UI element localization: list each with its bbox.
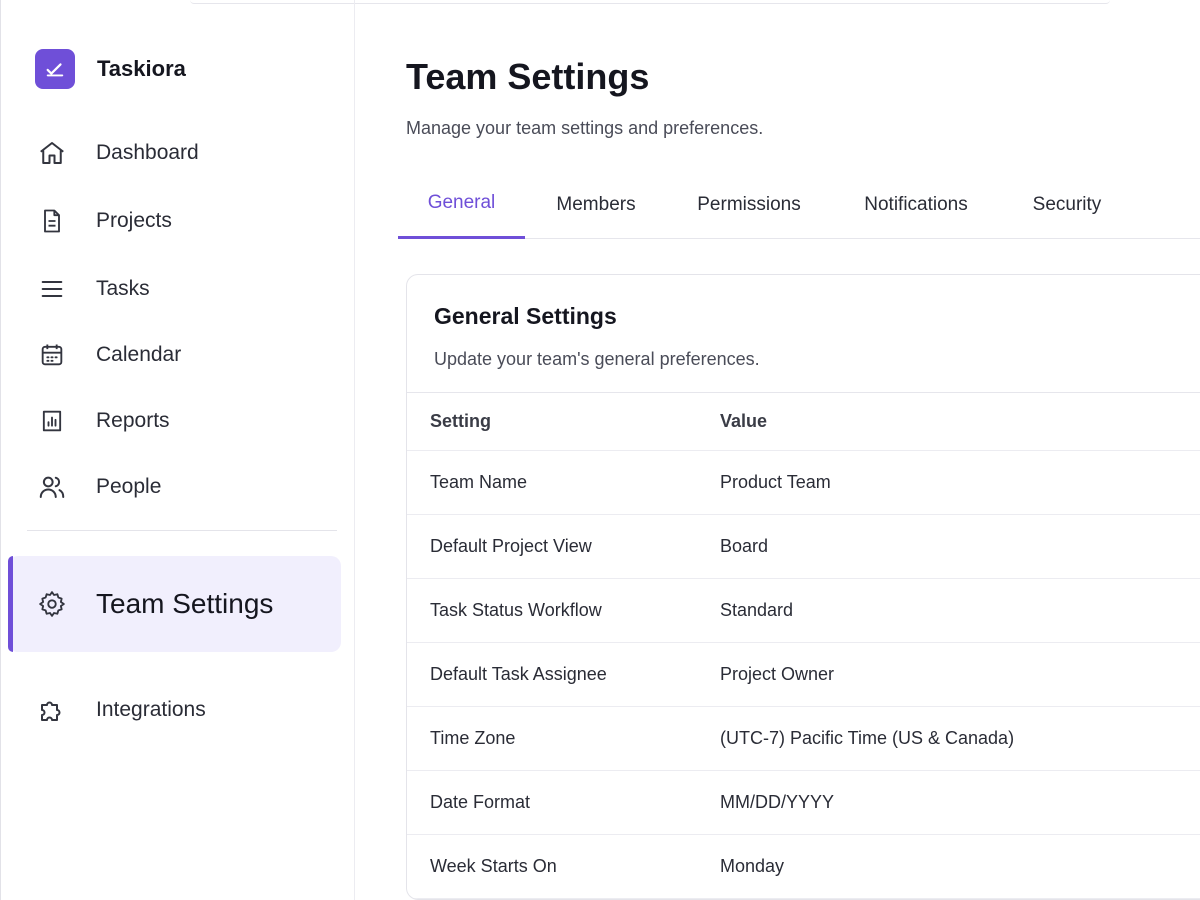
page-subtitle: Manage your team settings and preference… xyxy=(406,118,764,138)
setting-name: Team Name xyxy=(430,472,528,492)
setting-value: (UTC-7) Pacific Time (US & Canada) xyxy=(720,728,1015,748)
setting-value: Standard xyxy=(720,600,794,620)
sidebar-item-team-settings[interactable]: Team Settings xyxy=(8,556,341,652)
table-row[interactable]: Task Status Workflow Standard xyxy=(407,579,1200,643)
users-icon xyxy=(35,470,69,504)
setting-value: Product Team xyxy=(720,472,831,492)
puzzle-icon xyxy=(35,693,69,727)
setting-value: Project Owner xyxy=(720,664,835,684)
document-icon xyxy=(35,204,69,238)
setting-name: Default Task Assignee xyxy=(430,664,607,684)
settings-tabs: General Members Permissions Notification… xyxy=(398,182,1200,239)
setting-value: Board xyxy=(720,536,769,556)
tab-general[interactable]: General xyxy=(398,182,525,239)
sidebar-item-label: Reports xyxy=(96,409,170,432)
table-row[interactable]: Week Starts On Monday xyxy=(407,835,1200,899)
setting-value: Monday xyxy=(720,856,785,876)
tab-members[interactable]: Members xyxy=(540,182,652,239)
tab-notifications[interactable]: Notifications xyxy=(847,182,985,239)
sidebar: Taskiora Dashboard Projects Tasks Calend… xyxy=(0,0,355,900)
card-title: General Settings xyxy=(434,303,617,329)
setting-value: MM/DD/YYYY xyxy=(720,792,835,812)
table-row[interactable]: Default Task Assignee Project Owner xyxy=(407,643,1200,707)
tab-permissions[interactable]: Permissions xyxy=(680,182,818,239)
home-icon xyxy=(35,136,69,170)
sidebar-item-label: Team Settings xyxy=(96,588,274,619)
tab-security[interactable]: Security xyxy=(1017,182,1117,239)
brand-name: Taskiora xyxy=(97,56,186,81)
table-row[interactable]: Time Zone (UTC-7) Pacific Time (US & Can… xyxy=(407,707,1200,771)
card-subtitle: Update your team's general preferences. xyxy=(434,349,760,369)
calendar-icon xyxy=(35,338,69,372)
sidebar-item-label: Tasks xyxy=(96,277,150,300)
active-indicator xyxy=(8,556,13,652)
table-row[interactable]: Default Project View Board xyxy=(407,515,1200,579)
setting-name: Date Format xyxy=(430,792,531,812)
sidebar-item-people[interactable]: People xyxy=(35,467,161,507)
sidebar-item-reports[interactable]: Reports xyxy=(35,401,170,441)
setting-name: Time Zone xyxy=(430,728,516,748)
list-icon xyxy=(35,272,69,306)
chart-icon xyxy=(35,404,69,438)
setting-name: Default Project View xyxy=(430,536,592,556)
sidebar-item-dashboard[interactable]: Dashboard xyxy=(35,133,199,173)
general-settings-card: General Settings Update your team's gene… xyxy=(406,274,1200,900)
brand[interactable]: Taskiora xyxy=(35,49,186,89)
page-title: Team Settings xyxy=(406,56,650,97)
setting-name: Task Status Workflow xyxy=(430,600,602,620)
table-header-row: Setting Value xyxy=(407,393,1200,451)
setting-name: Week Starts On xyxy=(430,856,557,876)
settings-table: Setting Value Team Name Product Team Def… xyxy=(407,392,1200,899)
sidebar-item-label: Projects xyxy=(96,209,172,232)
sidebar-item-label: People xyxy=(96,475,162,498)
check-logo-icon xyxy=(35,49,75,89)
gear-icon xyxy=(35,587,69,621)
sidebar-item-calendar[interactable]: Calendar xyxy=(35,335,181,375)
sidebar-item-label: Dashboard xyxy=(96,141,199,164)
app-window: Taskiora Dashboard Projects Tasks Calend… xyxy=(0,0,1200,900)
sidebar-divider xyxy=(27,530,337,531)
column-header-setting: Setting xyxy=(430,411,491,431)
sidebar-item-tasks[interactable]: Tasks xyxy=(35,269,150,309)
sidebar-item-label: Calendar xyxy=(96,343,182,366)
sidebar-item-projects[interactable]: Projects xyxy=(35,201,172,241)
sidebar-item-label: Integrations xyxy=(96,698,206,721)
column-header-value: Value xyxy=(720,411,768,431)
table-row[interactable]: Date Format MM/DD/YYYY xyxy=(407,771,1200,835)
sidebar-item-integrations[interactable]: Integrations xyxy=(35,690,206,730)
table-row[interactable]: Team Name Product Team xyxy=(407,451,1200,515)
